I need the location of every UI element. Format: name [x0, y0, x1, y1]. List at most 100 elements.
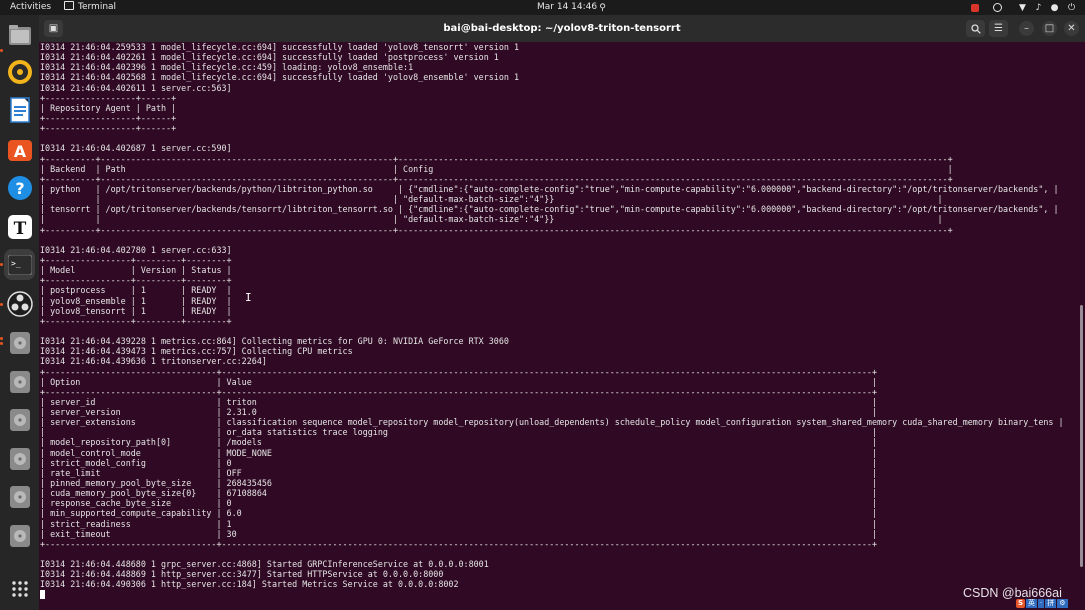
- terminal-line: | response_cache_byte_size | 0 |: [40, 498, 878, 509]
- terminal-line: | postprocess | 1 | READY |: [40, 285, 232, 296]
- terminal-line: I0314 21:46:04.448869 1 http_server.cc:3…: [40, 569, 444, 580]
- terminal-line: +----------------------------------+----…: [40, 366, 878, 377]
- ime-item[interactable]: ⚙: [1057, 598, 1068, 608]
- clock[interactable]: Mar 14 14:46: [537, 0, 597, 15]
- terminal-line: +----------------------------------+----…: [40, 386, 878, 397]
- close-icon[interactable]: ✕: [1064, 21, 1079, 36]
- running-indicator: [0, 337, 3, 340]
- ime-item[interactable]: 英: [1026, 598, 1038, 608]
- terminal-window: ▣ bai@bai-desktop: ~/yolov8-triton-tenso…: [39, 15, 1085, 610]
- title-bar[interactable]: ▣ bai@bai-desktop: ~/yolov8-triton-tenso…: [39, 15, 1085, 42]
- terminal-line: I0314 21:46:04.259533 1 model_lifecycle.…: [40, 42, 520, 52]
- ime-toolbar[interactable]: S 英 · 拼 ⚙: [1016, 598, 1068, 608]
- disk-icon[interactable]: [4, 520, 35, 551]
- tray-obs-icon[interactable]: [992, 2, 1003, 13]
- terminal-line: | server_extensions | classification seq…: [40, 417, 1064, 428]
- show-apps-icon[interactable]: [4, 573, 35, 604]
- terminal-line: | Model | Version | Status |: [40, 265, 232, 276]
- text-cursor: [40, 589, 45, 599]
- terminal-line: | strict_model_config | 0 |: [40, 457, 878, 468]
- terminal-line: +------------------+------+: [40, 123, 177, 134]
- writer-icon[interactable]: [4, 94, 35, 125]
- terminal-line: I0314 21:46:04.402687 1 server.cc:590]: [40, 143, 232, 154]
- terminal-line: I0314 21:46:04.448680 1 grpc_server.cc:4…: [40, 559, 489, 570]
- wifi-icon[interactable]: ▼: [1017, 2, 1028, 13]
- disk-icon[interactable]: [4, 327, 35, 358]
- search-icon[interactable]: [966, 20, 985, 37]
- terminal-line: I0314 21:46:04.402780 1 server.cc:633]: [40, 244, 232, 255]
- terminal-line: I0314 21:46:04.439228 1 metrics.cc:864] …: [40, 336, 509, 347]
- running-indicator: [0, 342, 3, 345]
- terminal-line: | model_repository_path[0] | /models |: [40, 437, 878, 448]
- terminal-line: | | | "default-max-batch-size":"4"}} |: [40, 214, 943, 225]
- rhythmbox-icon[interactable]: [4, 56, 35, 87]
- terminal-line: | rate_limit | OFF |: [40, 467, 878, 478]
- typora-icon[interactable]: T: [4, 211, 35, 242]
- terminal-line: | pinned_memory_pool_byte_size | 2684354…: [40, 478, 878, 489]
- terminal-line: I0314 21:46:04.439473 1 metrics.cc:757] …: [40, 346, 353, 357]
- terminal-line: | Repository Agent | Path |: [40, 102, 177, 113]
- power-icon[interactable]: ⏻: [1066, 2, 1077, 13]
- window-title: bai@bai-desktop: ~/yolov8-triton-tensorr…: [443, 23, 681, 34]
- obs-icon[interactable]: [4, 288, 35, 319]
- terminal-icon[interactable]: >_: [4, 249, 35, 280]
- terminal-line: +----------------------------------+----…: [40, 538, 878, 549]
- running-indicator: [0, 263, 3, 266]
- microphone-icon[interactable]: ●: [1049, 2, 1060, 13]
- terminal-output[interactable]: I0314 21:46:04.259533 1 model_lifecycle.…: [39, 42, 1080, 610]
- terminal-line: | cuda_memory_pool_byte_size{0} | 671088…: [40, 488, 878, 499]
- terminal-line: +-----------------+---------+--------+: [40, 254, 232, 265]
- terminal-line: I0314 21:46:04.402568 1 model_lifecycle.…: [40, 72, 520, 83]
- terminal-line: | min_supported_compute_capability | 6.0…: [40, 508, 878, 519]
- terminal-line: +------------------+------+: [40, 92, 177, 103]
- hamburger-menu-icon[interactable]: ☰: [989, 20, 1008, 37]
- disk-icon[interactable]: [4, 366, 35, 397]
- ime-item[interactable]: 拼: [1045, 598, 1057, 608]
- terminal-line: | Option | Value |: [40, 376, 878, 387]
- mouse-ibeam-cursor: I: [245, 291, 252, 304]
- notification-icon[interactable]: ⚲: [597, 2, 608, 13]
- scrollbar[interactable]: [1080, 305, 1083, 567]
- terminal-line: I0314 21:46:04.439636 1 tritonserver.cc:…: [40, 356, 267, 367]
- disk-icon[interactable]: [4, 404, 35, 435]
- app-menu[interactable]: Terminal: [64, 0, 116, 15]
- volume-icon[interactable]: ♪: [1033, 2, 1044, 13]
- terminal-line: I0314 21:46:04.490306 1 http_server.cc:1…: [40, 579, 459, 590]
- ime-item[interactable]: ·: [1038, 598, 1045, 608]
- terminal-line: +----------+----------------------------…: [40, 153, 953, 164]
- terminal-line: I0314 21:46:04.402611 1 server.cc:563]: [40, 82, 232, 93]
- terminal-line: | strict_readiness | 1 |: [40, 518, 878, 529]
- terminal-line: | python | /opt/tritonserver/backends/py…: [40, 183, 1059, 194]
- ime-item[interactable]: S: [1016, 598, 1026, 608]
- running-indicator: [0, 49, 3, 52]
- disk-icon[interactable]: [4, 443, 35, 474]
- activities-button[interactable]: Activities: [10, 0, 51, 15]
- terminal-line: | | or_data statistics trace logging |: [40, 427, 878, 438]
- terminal-line: | model_control_mode | MODE_NONE |: [40, 447, 878, 458]
- terminal-line: | tensorrt | /opt/tritonserver/backends/…: [40, 204, 1059, 215]
- svg-text:T: T: [13, 219, 26, 239]
- maximize-icon[interactable]: □: [1042, 21, 1057, 36]
- terminal-line: | Backend | Path | Config |: [40, 163, 953, 174]
- software-center-icon[interactable]: A: [4, 133, 35, 164]
- terminal-line: +----------+----------------------------…: [40, 173, 953, 184]
- app-menu-label: Terminal: [78, 2, 117, 12]
- terminal-line: | | | "default-max-batch-size":"4"}} |: [40, 194, 943, 205]
- svg-text:?: ?: [15, 179, 24, 198]
- running-indicator: [0, 303, 3, 306]
- prompt-line[interactable]: [40, 589, 1080, 600]
- disk-icon[interactable]: [4, 481, 35, 512]
- terminal-line: | server_id | triton |: [40, 396, 878, 407]
- dock: A ? T >_: [0, 15, 39, 610]
- help-icon[interactable]: ?: [4, 172, 35, 203]
- minimize-icon[interactable]: –: [1019, 21, 1034, 36]
- terminal-line: I0314 21:46:04.402396 1 model_lifecycle.…: [40, 62, 414, 73]
- terminal-line: +-----------------+---------+--------+: [40, 315, 232, 326]
- terminal-line: I0314 21:46:04.402261 1 model_lifecycle.…: [40, 52, 499, 63]
- files-icon[interactable]: [4, 19, 35, 50]
- terminal-line: | yolov8_tensorrt | 1 | READY |: [40, 305, 232, 316]
- tray-app-icon[interactable]: [969, 2, 980, 13]
